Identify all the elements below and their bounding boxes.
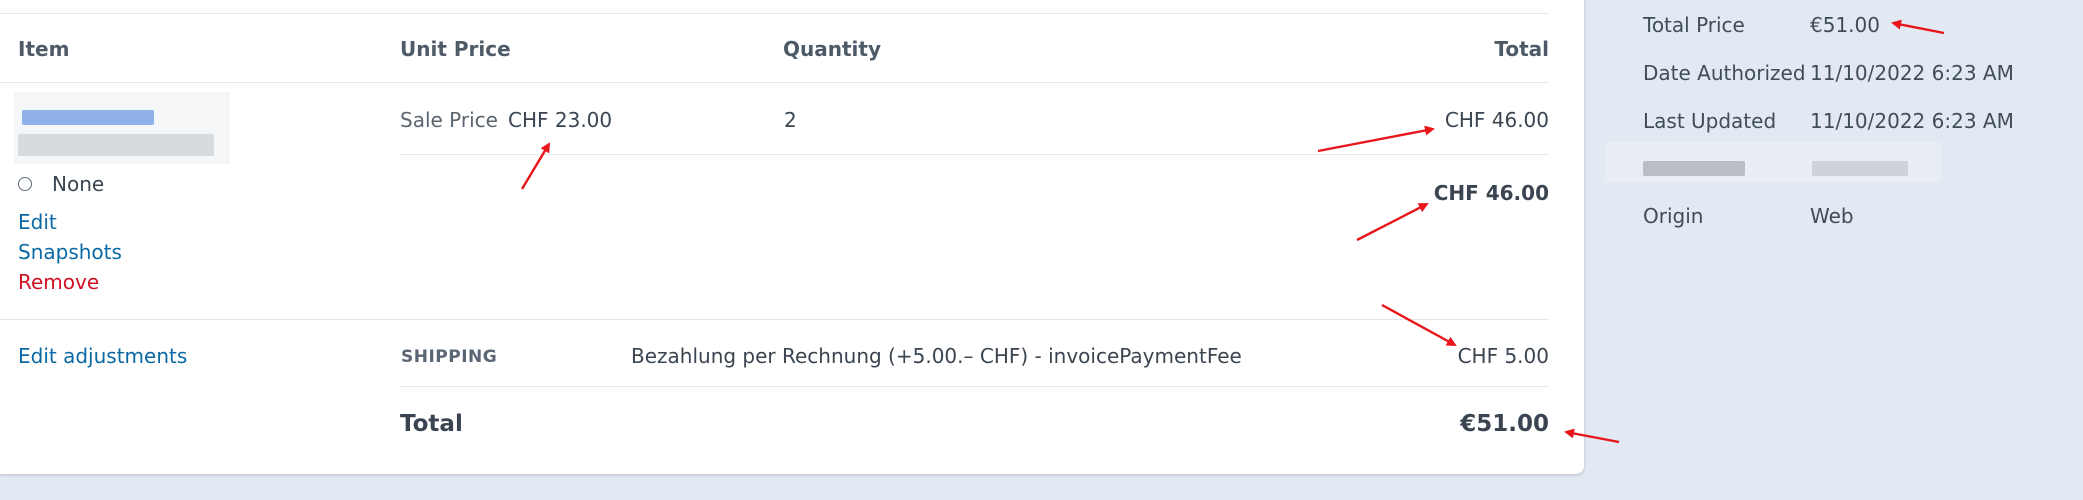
quantity-value: 2 bbox=[784, 108, 797, 132]
header-divider bbox=[0, 82, 1549, 83]
grand-total-label: Total bbox=[400, 411, 463, 437]
arrow-sidebar-total bbox=[1891, 19, 1945, 35]
column-header-item: Item bbox=[18, 37, 70, 61]
product-sku-blurred bbox=[18, 134, 214, 156]
grand-total-divider bbox=[400, 386, 1549, 387]
option-radio[interactable] bbox=[18, 177, 32, 191]
price-type-label: Sale Price bbox=[400, 108, 498, 132]
sidebar-last-updated-value: 11/10/2022 6:23 AM bbox=[1810, 109, 2014, 133]
edit-link[interactable]: Edit bbox=[18, 210, 57, 234]
column-header-quantity: Quantity bbox=[783, 37, 881, 61]
item-subtotal-value: CHF 46.00 bbox=[1433, 181, 1549, 205]
unit-price-value: CHF 23.00 bbox=[508, 108, 613, 132]
line-items-card bbox=[0, 0, 1584, 474]
snapshots-link[interactable]: Snapshots bbox=[18, 240, 122, 264]
line-total-value: CHF 46.00 bbox=[1444, 108, 1549, 132]
sidebar-total-price-label: Total Price bbox=[1643, 13, 1745, 37]
grand-total-value: €51.00 bbox=[1460, 411, 1549, 437]
adjustment-amount: CHF 5.00 bbox=[1457, 344, 1549, 368]
sidebar-origin-label: Origin bbox=[1643, 204, 1704, 228]
item-subtotal-divider bbox=[400, 154, 1549, 155]
column-header-unit-price: Unit Price bbox=[400, 37, 511, 61]
edit-adjustments-link[interactable]: Edit adjustments bbox=[18, 344, 187, 368]
product-name-link-blurred[interactable] bbox=[22, 110, 154, 125]
sidebar-total-price-value: €51.00 bbox=[1810, 13, 1880, 37]
adjustment-type: SHIPPING bbox=[401, 347, 498, 367]
sidebar-origin-value: Web bbox=[1810, 204, 1854, 228]
sidebar-date-authorized-value: 11/10/2022 6:23 AM bbox=[1810, 61, 2014, 85]
sidebar-redacted-label bbox=[1643, 161, 1745, 176]
column-header-total: Total bbox=[1494, 37, 1549, 61]
sidebar-last-updated-label: Last Updated bbox=[1643, 109, 1777, 133]
top-divider bbox=[0, 13, 1549, 14]
sidebar-redacted-value bbox=[1812, 161, 1908, 176]
adjustment-description: Bezahlung per Rechnung (+5.00.– CHF) - i… bbox=[631, 344, 1242, 368]
option-label: None bbox=[52, 172, 105, 196]
remove-link[interactable]: Remove bbox=[18, 270, 99, 294]
sidebar-date-authorized-label: Date Authorized bbox=[1643, 61, 1806, 85]
adjustments-divider bbox=[0, 319, 1549, 320]
